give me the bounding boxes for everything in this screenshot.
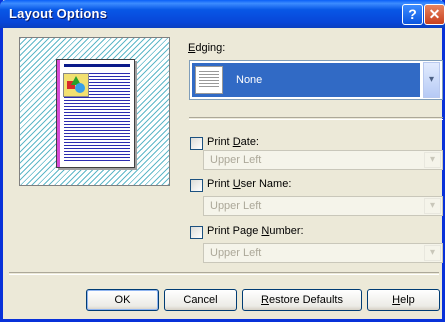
preview-page-edge bbox=[57, 60, 60, 167]
cancel-button[interactable]: Cancel bbox=[164, 289, 237, 311]
edging-thumbnail-icon bbox=[195, 66, 223, 94]
chevron-down-icon: ▾ bbox=[428, 74, 435, 85]
preview-page-header bbox=[64, 64, 130, 67]
preview-page bbox=[56, 59, 135, 168]
help-icon: ? bbox=[408, 6, 417, 22]
print-date-label[interactable]: Print Date: bbox=[207, 136, 259, 148]
title-bar[interactable]: Layout Options ? ✕ bbox=[0, 0, 445, 28]
preview-graphic-icon bbox=[63, 73, 89, 97]
chevron-down-icon[interactable]: ▾ bbox=[424, 245, 441, 261]
close-button[interactable]: ✕ bbox=[424, 4, 445, 25]
print-user-name-position-value: Upper Left bbox=[210, 200, 262, 212]
print-user-name-label[interactable]: Print User Name: bbox=[207, 178, 291, 190]
blue-circle-shape bbox=[75, 83, 85, 93]
dialog-title: Layout Options bbox=[9, 6, 108, 21]
close-icon: ✕ bbox=[428, 6, 441, 22]
print-page-number-label[interactable]: Print Page Number: bbox=[207, 225, 304, 237]
print-date-position-value: Upper Left bbox=[210, 154, 262, 166]
edging-select[interactable]: None ▾ bbox=[189, 60, 443, 100]
edging-value: None bbox=[236, 74, 263, 86]
print-date-checkbox[interactable] bbox=[190, 137, 203, 150]
edging-selected-item: None bbox=[192, 63, 420, 97]
print-page-number-position-select[interactable]: Upper Left ▾ bbox=[203, 243, 443, 263]
edging-dropdown-button[interactable]: ▾ bbox=[423, 62, 440, 98]
print-user-name-position-select[interactable]: Upper Left ▾ bbox=[203, 196, 443, 216]
chevron-down-icon[interactable]: ▾ bbox=[424, 198, 441, 214]
help-button[interactable]: Help bbox=[367, 289, 440, 311]
restore-defaults-button[interactable]: Restore Defaults bbox=[242, 289, 362, 311]
layout-preview bbox=[19, 37, 170, 186]
print-page-number-checkbox[interactable] bbox=[190, 226, 203, 239]
ok-button[interactable]: OK bbox=[86, 289, 159, 311]
print-page-number-position-value: Upper Left bbox=[210, 247, 262, 259]
layout-options-dialog: Layout Options ? ✕ Edging: None ▾ Print … bbox=[0, 0, 445, 322]
chevron-down-icon[interactable]: ▾ bbox=[424, 152, 441, 168]
print-date-position-select[interactable]: Upper Left ▾ bbox=[203, 150, 443, 170]
separator bbox=[189, 117, 443, 120]
print-user-name-checkbox[interactable] bbox=[190, 179, 203, 192]
edging-label: Edging: bbox=[188, 42, 226, 54]
bottom-separator bbox=[9, 272, 439, 275]
help-title-button[interactable]: ? bbox=[402, 4, 423, 25]
